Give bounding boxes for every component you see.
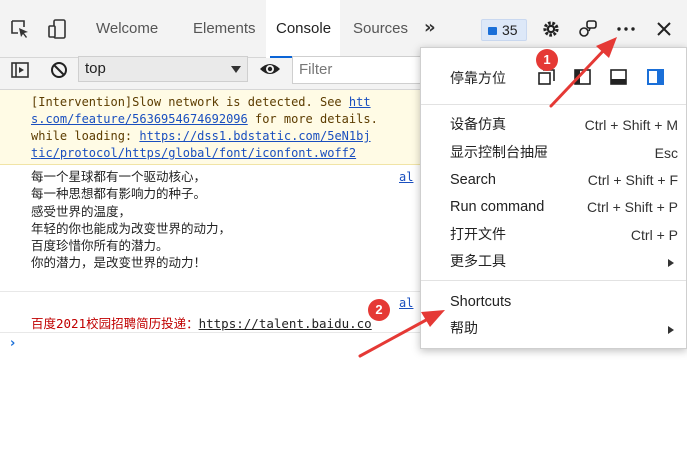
menu-divider: [421, 280, 686, 281]
chevron-down-icon: [231, 66, 241, 73]
filter-input[interactable]: Filter: [292, 56, 432, 84]
recruit-link[interactable]: https://talent.baidu.co: [199, 316, 372, 331]
source-link[interactable]: al: [399, 296, 413, 310]
menu-divider: [421, 104, 686, 105]
tab-welcome[interactable]: Welcome: [96, 0, 158, 58]
more-options-icon[interactable]: [616, 19, 636, 39]
menu-item-shortcuts[interactable]: Shortcuts: [421, 289, 686, 316]
clear-console-icon[interactable]: [49, 60, 69, 80]
console-prompt-icon[interactable]: ›: [10, 336, 15, 351]
console-recruit-message: 百度2021校园招聘简历投递：https://talent.baidu.co: [31, 316, 372, 331]
connect-devices-icon[interactable]: [578, 19, 598, 39]
undock-icon[interactable]: [538, 69, 555, 85]
source-link[interactable]: al: [399, 170, 413, 184]
menu-item-search[interactable]: Search Ctrl + Shift + F: [421, 167, 686, 194]
issues-count: 35: [502, 22, 518, 38]
submenu-arrow-icon: [668, 259, 674, 267]
annotation-badge-2: 2: [368, 299, 390, 321]
dock-left-icon[interactable]: [574, 69, 591, 85]
more-tabs-button[interactable]: »: [424, 17, 436, 38]
submenu-arrow-icon: [668, 326, 674, 334]
console-log-message: 每一个星球都有一个驱动核心， 每一种思想都有影响力的种子。 感受世界的温度， 年…: [31, 169, 232, 271]
tab-elements[interactable]: Elements: [193, 0, 256, 58]
warning-link[interactable]: s.com/feature/5636954674692096: [31, 112, 248, 126]
menu-item-open-file[interactable]: 打开文件 Ctrl + P: [421, 222, 686, 249]
dock-right-icon[interactable]: [647, 69, 664, 85]
filter-placeholder: Filter: [299, 61, 333, 78]
inspect-element-icon[interactable]: [10, 19, 30, 39]
dock-bottom-icon[interactable]: [610, 69, 627, 85]
gear-icon[interactable]: [541, 19, 561, 39]
device-toolbar-icon[interactable]: [48, 19, 68, 39]
annotation-badge-1: 1: [536, 49, 558, 71]
menu-item-run-command[interactable]: Run command Ctrl + Shift + P: [421, 194, 686, 221]
menu-item-device-emulation[interactable]: 设备仿真 Ctrl + Shift + M: [421, 112, 686, 139]
issues-counter[interactable]: 35: [481, 19, 527, 41]
tab-sources[interactable]: Sources: [353, 0, 408, 58]
menu-item-show-console-drawer[interactable]: 显示控制台抽屉 Esc: [421, 140, 686, 167]
close-icon[interactable]: [654, 19, 674, 39]
warning-link[interactable]: tic/protocol/https/global/font/iconfont.…: [31, 146, 356, 160]
live-expression-eye-icon[interactable]: [259, 59, 281, 79]
menu-item-more-tools[interactable]: 更多工具: [421, 249, 686, 276]
warning-link[interactable]: https://dss1.bdstatic.com/5eN1bj: [139, 129, 370, 143]
more-options-menu: 停靠方位 设备仿真 Ctrl + Shift + M 显示控制台抽屉 Esc S…: [420, 47, 687, 349]
message-icon: [488, 27, 497, 35]
dock-side-label: 停靠方位: [450, 71, 506, 87]
warning-link[interactable]: htt: [349, 95, 371, 109]
context-value: top: [85, 60, 106, 77]
menu-item-help[interactable]: 帮助: [421, 316, 686, 343]
context-selector[interactable]: top: [78, 56, 248, 82]
tab-console[interactable]: Console: [269, 0, 338, 58]
show-sidebar-icon[interactable]: [10, 60, 30, 80]
